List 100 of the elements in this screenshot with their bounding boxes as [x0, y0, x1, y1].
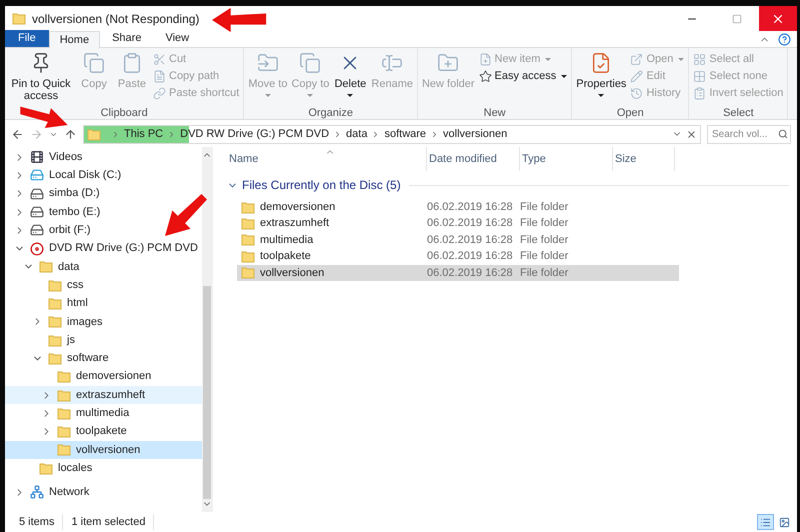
ribbon-tab[interactable]: View — [153, 30, 202, 47]
tree-item[interactable]: vollversionen — [5, 440, 202, 460]
tree-item[interactable]: orbit (F:) — [5, 221, 95, 240]
details-view-button[interactable] — [757, 514, 774, 530]
ribbon-button[interactable]: Easy access — [478, 69, 568, 83]
status-text: 1 item selected — [71, 514, 154, 530]
ribbon-group-label: Clipboard — [100, 106, 148, 119]
date-cell-text: 06.02.2019 16:28 — [427, 216, 514, 232]
tree-item[interactable]: Local Disk (C:) — [5, 166, 126, 185]
tree-label: vollversionen — [76, 442, 140, 458]
back-icon[interactable] — [11, 128, 24, 140]
tree-label: tembo (E:) — [49, 204, 100, 220]
file-row[interactable]: extraszumheft 06.02.2019 16:28 File folder — [237, 215, 679, 232]
tree-label: css — [67, 278, 84, 293]
ribbon-tab[interactable]: Share — [100, 30, 154, 47]
maximize-icon — [732, 14, 742, 24]
column-header[interactable]: Date modified — [427, 147, 520, 171]
search-field[interactable]: Search vol... — [707, 124, 791, 144]
tree-item[interactable]: simba (D:) — [5, 184, 104, 203]
ribbon-button[interactable]: Delete — [333, 52, 368, 105]
column-header[interactable]: Size — [613, 147, 675, 171]
ribbon-group-label: New — [484, 106, 506, 119]
ribbon-group-label: Select — [723, 106, 754, 119]
breadcrumb[interactable]: software — [384, 126, 426, 142]
folder-icon — [87, 128, 101, 140]
tree-label: multimedia — [76, 406, 130, 422]
tree-label: js — [67, 332, 75, 348]
folder-icon — [241, 266, 255, 280]
tree-label: html — [67, 296, 88, 312]
tree-label: locales — [58, 460, 92, 476]
drive-icon — [30, 223, 44, 238]
breadcrumb[interactable]: vollversionen — [443, 126, 508, 142]
tree-label: software — [67, 351, 109, 366]
type-cell-text: File folder — [520, 216, 570, 232]
tree-item[interactable]: extraszumheft — [5, 386, 202, 404]
drive-icon — [30, 186, 44, 201]
date-cell-text: 06.02.2019 16:28 — [427, 266, 514, 281]
file-name: toolpakete — [260, 249, 311, 264]
ribbon-tab[interactable]: Home — [48, 31, 100, 48]
folder-icon — [48, 334, 62, 347]
close-button[interactable] — [759, 6, 797, 31]
date-cell-text: 06.02.2019 16:28 — [427, 232, 514, 248]
date-cell-text: 06.02.2019 16:28 — [427, 200, 514, 215]
ribbon-button[interactable]: Pin to Quick access — [9, 52, 73, 105]
stop-icon[interactable] — [686, 128, 697, 140]
folder-icon — [48, 278, 62, 292]
tree-item[interactable]: software — [5, 349, 113, 368]
link-icon — [153, 86, 166, 100]
type-cell-text: File folder — [520, 249, 570, 264]
file-name: extraszumheft — [260, 216, 330, 232]
tree-label: Local Disk (C:) — [49, 168, 122, 184]
scissors-icon — [153, 52, 166, 66]
new-file-icon — [478, 52, 492, 66]
tree-item[interactable]: js — [5, 330, 79, 350]
tree-label: orbit (F:) — [49, 223, 91, 238]
tree-item[interactable]: locales — [5, 459, 96, 478]
file-row[interactable]: demoversionen 06.02.2019 16:28 File folder — [237, 199, 679, 216]
tree-item[interactable]: html — [5, 294, 92, 313]
folder-icon — [57, 406, 71, 420]
tree-label: data — [58, 260, 80, 275]
star-icon — [478, 70, 492, 82]
tree-item[interactable]: data — [5, 258, 84, 276]
folder-icon — [48, 352, 62, 365]
column-header[interactable]: Name — [227, 147, 427, 171]
file-row[interactable]: toolpakete 06.02.2019 16:28 File folder — [237, 248, 679, 265]
ribbon-button[interactable]: Properties — [576, 52, 626, 105]
drive-icon — [30, 205, 44, 220]
tree-item[interactable]: tembo (E:) — [5, 202, 104, 222]
tree-item[interactable]: Network — [5, 483, 94, 502]
image-icon — [779, 516, 790, 528]
tree-item[interactable]: DVD RW Drive (G:) PCM DVD — [5, 239, 202, 258]
copy-icon — [299, 52, 322, 74]
tree-item[interactable]: Videos — [5, 148, 86, 166]
type-cell-text: File folder — [520, 266, 570, 281]
group-header[interactable]: Files Currently on the Disc (5) — [242, 176, 401, 194]
annotation-arrow — [165, 194, 207, 236]
file-row[interactable]: vollversionen 06.02.2019 16:28 File folder — [237, 264, 679, 281]
column-header[interactable]: Type — [520, 147, 613, 171]
file-row[interactable]: multimedia 06.02.2019 16:28 File folder — [237, 232, 679, 248]
search-icon — [778, 128, 788, 138]
document-icon — [153, 70, 166, 82]
drive-icon — [30, 168, 44, 182]
tree-item[interactable]: demoversionen — [5, 368, 156, 386]
up-icon[interactable] — [64, 128, 77, 140]
breadcrumb[interactable]: This PC — [124, 126, 164, 142]
tree-item[interactable]: toolpakete — [5, 422, 131, 441]
help-icon[interactable] — [778, 33, 791, 46]
ribbon-tab[interactable]: File — [5, 30, 49, 47]
tree-item[interactable]: css — [5, 276, 88, 294]
folder-icon — [57, 388, 71, 402]
breadcrumb[interactable]: data — [346, 126, 368, 142]
folder-icon — [12, 12, 26, 25]
tree-item[interactable]: images — [5, 312, 106, 331]
folder-arrow-icon — [256, 52, 279, 74]
scrollbar[interactable] — [202, 147, 213, 512]
folder-icon — [48, 315, 62, 328]
tree-item[interactable]: multimedia — [5, 404, 134, 422]
folder-icon — [39, 260, 53, 274]
network-icon — [30, 485, 44, 500]
open-icon — [630, 52, 644, 66]
